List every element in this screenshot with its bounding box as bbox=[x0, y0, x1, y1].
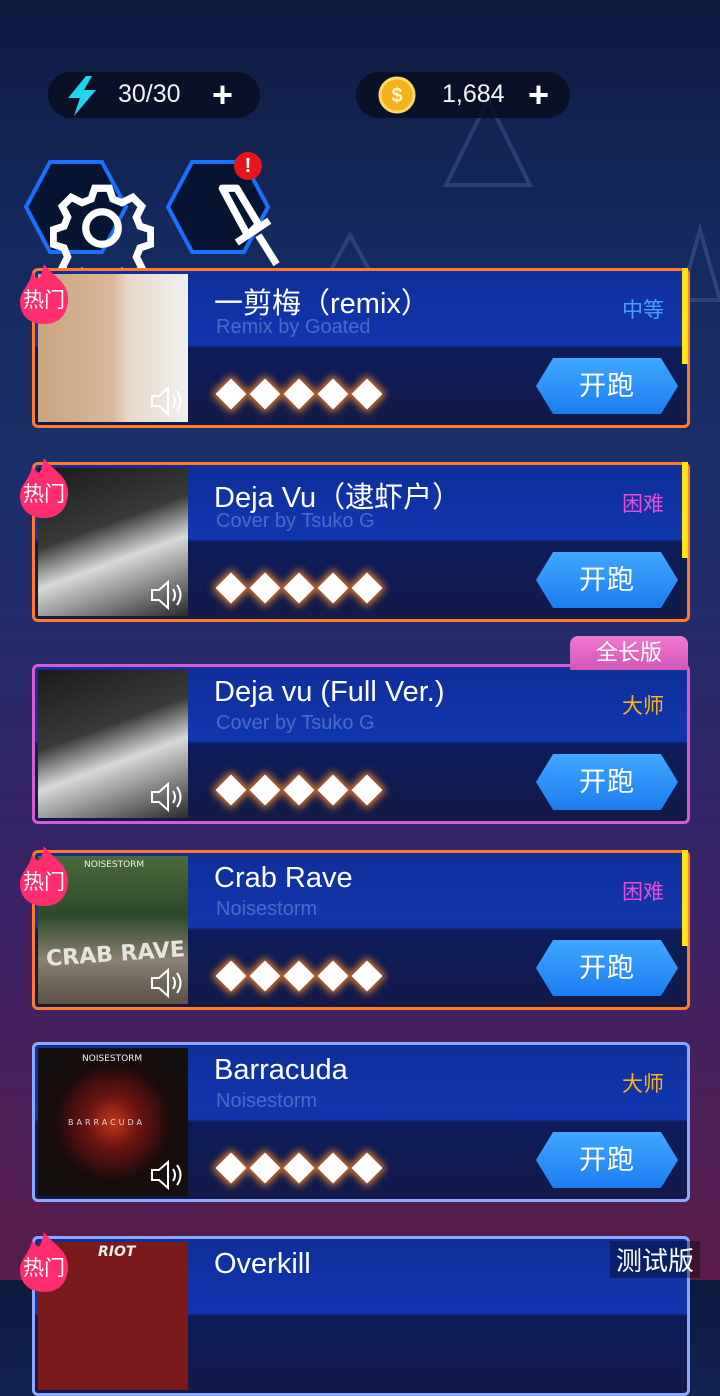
song-title: Deja vu (Full Ver.) bbox=[214, 676, 445, 708]
gem-icon bbox=[249, 1152, 281, 1184]
energy-pill: 30/30 + bbox=[48, 72, 260, 118]
start-run-button[interactable]: 开跑 bbox=[536, 754, 678, 810]
song-title: Overkill bbox=[214, 1248, 311, 1280]
gem-icon bbox=[351, 960, 383, 992]
hot-badge: 热门 bbox=[12, 844, 76, 908]
song-card[interactable]: RIOT Overkill 热门 bbox=[20, 1232, 690, 1396]
beta-watermark: 测试版 bbox=[609, 1241, 700, 1278]
song-artist: Remix by Goated bbox=[216, 316, 371, 338]
energy-value: 30/30 bbox=[118, 80, 181, 108]
lightning-icon bbox=[68, 76, 96, 116]
gem-icon bbox=[215, 960, 247, 992]
start-run-button[interactable]: 开跑 bbox=[536, 1132, 678, 1188]
start-run-button[interactable]: 开跑 bbox=[536, 358, 678, 414]
cover-text: RIOT bbox=[98, 1244, 136, 1260]
coin-icon: $ bbox=[378, 76, 416, 114]
add-coins-button[interactable]: + bbox=[528, 74, 549, 116]
equipment-button[interactable]: ! bbox=[165, 152, 280, 267]
gem-icon bbox=[351, 572, 383, 604]
gear-icon bbox=[50, 184, 154, 275]
highlight-bar bbox=[682, 850, 688, 946]
gem-icon bbox=[317, 774, 349, 806]
difficulty-label: 大师 bbox=[622, 1073, 664, 1096]
speaker-icon[interactable] bbox=[150, 968, 184, 998]
svg-text:$: $ bbox=[391, 85, 402, 107]
hot-badge: 热门 bbox=[12, 456, 76, 520]
gem-icon bbox=[283, 960, 315, 992]
hot-badge: 热门 bbox=[12, 262, 76, 326]
gem-icon bbox=[215, 774, 247, 806]
full-version-tag: 全长版 bbox=[570, 636, 688, 670]
song-title: Crab Rave bbox=[214, 862, 353, 894]
song-card[interactable]: NOISESTORM CRAB RAVE Crab Rave Noisestorm 困难… bbox=[20, 846, 690, 1010]
gem-icon bbox=[249, 378, 281, 410]
gem-icon bbox=[317, 960, 349, 992]
gem-icon bbox=[283, 572, 315, 604]
song-artist: Cover by Tsuko G bbox=[216, 510, 375, 532]
song-card[interactable]: NOISESTORM BARRACUDA Barracuda Noisestorm 大师… bbox=[32, 1042, 690, 1202]
song-artist: Noisestorm bbox=[216, 898, 318, 920]
settings-button[interactable] bbox=[23, 160, 154, 275]
song-artist: Noisestorm bbox=[216, 1090, 318, 1112]
difficulty-label: 中等 bbox=[622, 299, 664, 322]
alert-badge: ! bbox=[234, 152, 262, 180]
difficulty-label: 大师 bbox=[622, 695, 664, 718]
add-energy-button[interactable]: + bbox=[212, 74, 233, 116]
gem-icon bbox=[351, 1152, 383, 1184]
cover-text: NOISESTORM bbox=[82, 1054, 143, 1064]
song-artist: Cover by Tsuko G bbox=[216, 712, 375, 734]
song-title: Barracuda bbox=[214, 1054, 348, 1086]
gem-icon bbox=[283, 1152, 315, 1184]
cover-text: CRAB RAVE bbox=[45, 937, 186, 972]
start-run-button[interactable]: 开跑 bbox=[536, 940, 678, 996]
gem-icon bbox=[351, 774, 383, 806]
gem-icon bbox=[283, 774, 315, 806]
highlight-bar bbox=[682, 268, 688, 364]
difficulty-label: 困难 bbox=[622, 881, 664, 904]
star-rating bbox=[215, 1152, 383, 1184]
hot-label: 热门 bbox=[23, 483, 65, 506]
speaker-icon[interactable] bbox=[150, 386, 184, 416]
sword-icon bbox=[218, 184, 280, 267]
start-run-button[interactable]: 开跑 bbox=[536, 552, 678, 608]
song-card[interactable]: Deja vu (Full Ver.) Cover by Tsuko G 大师 开跑 bbox=[32, 664, 690, 824]
coins-pill: $ 1,684 + bbox=[356, 72, 570, 118]
gem-icon bbox=[215, 1152, 247, 1184]
star-rating bbox=[215, 378, 383, 410]
song-card[interactable]: 一剪梅（remix） Remix by Goated 中等 开跑 热门 bbox=[20, 264, 690, 428]
hot-label: 热门 bbox=[23, 871, 65, 894]
gem-icon bbox=[215, 572, 247, 604]
star-rating bbox=[215, 572, 383, 604]
gem-icon bbox=[283, 378, 315, 410]
hot-badge: 热门 bbox=[12, 1230, 76, 1294]
hot-label: 热门 bbox=[23, 289, 65, 312]
star-rating bbox=[215, 774, 383, 806]
gem-icon bbox=[249, 774, 281, 806]
highlight-bar bbox=[682, 462, 688, 558]
star-rating bbox=[215, 960, 383, 992]
difficulty-label: 困难 bbox=[622, 493, 664, 516]
coins-value: 1,684 bbox=[442, 80, 505, 108]
cover-text: NOISESTORM bbox=[84, 860, 145, 870]
cover-text: BARRACUDA bbox=[68, 1118, 146, 1127]
song-card[interactable]: Deja Vu（逮虾户） Cover by Tsuko G 困难 开跑 热门 bbox=[20, 458, 690, 622]
gem-icon bbox=[317, 378, 349, 410]
speaker-icon[interactable] bbox=[150, 580, 184, 610]
gem-icon bbox=[317, 572, 349, 604]
hot-label: 热门 bbox=[23, 1257, 65, 1280]
gem-icon bbox=[317, 1152, 349, 1184]
speaker-icon[interactable] bbox=[150, 782, 184, 812]
gem-icon bbox=[215, 378, 247, 410]
speaker-icon[interactable] bbox=[150, 1160, 184, 1190]
gem-icon bbox=[249, 572, 281, 604]
gem-icon bbox=[351, 378, 383, 410]
gem-icon bbox=[249, 960, 281, 992]
